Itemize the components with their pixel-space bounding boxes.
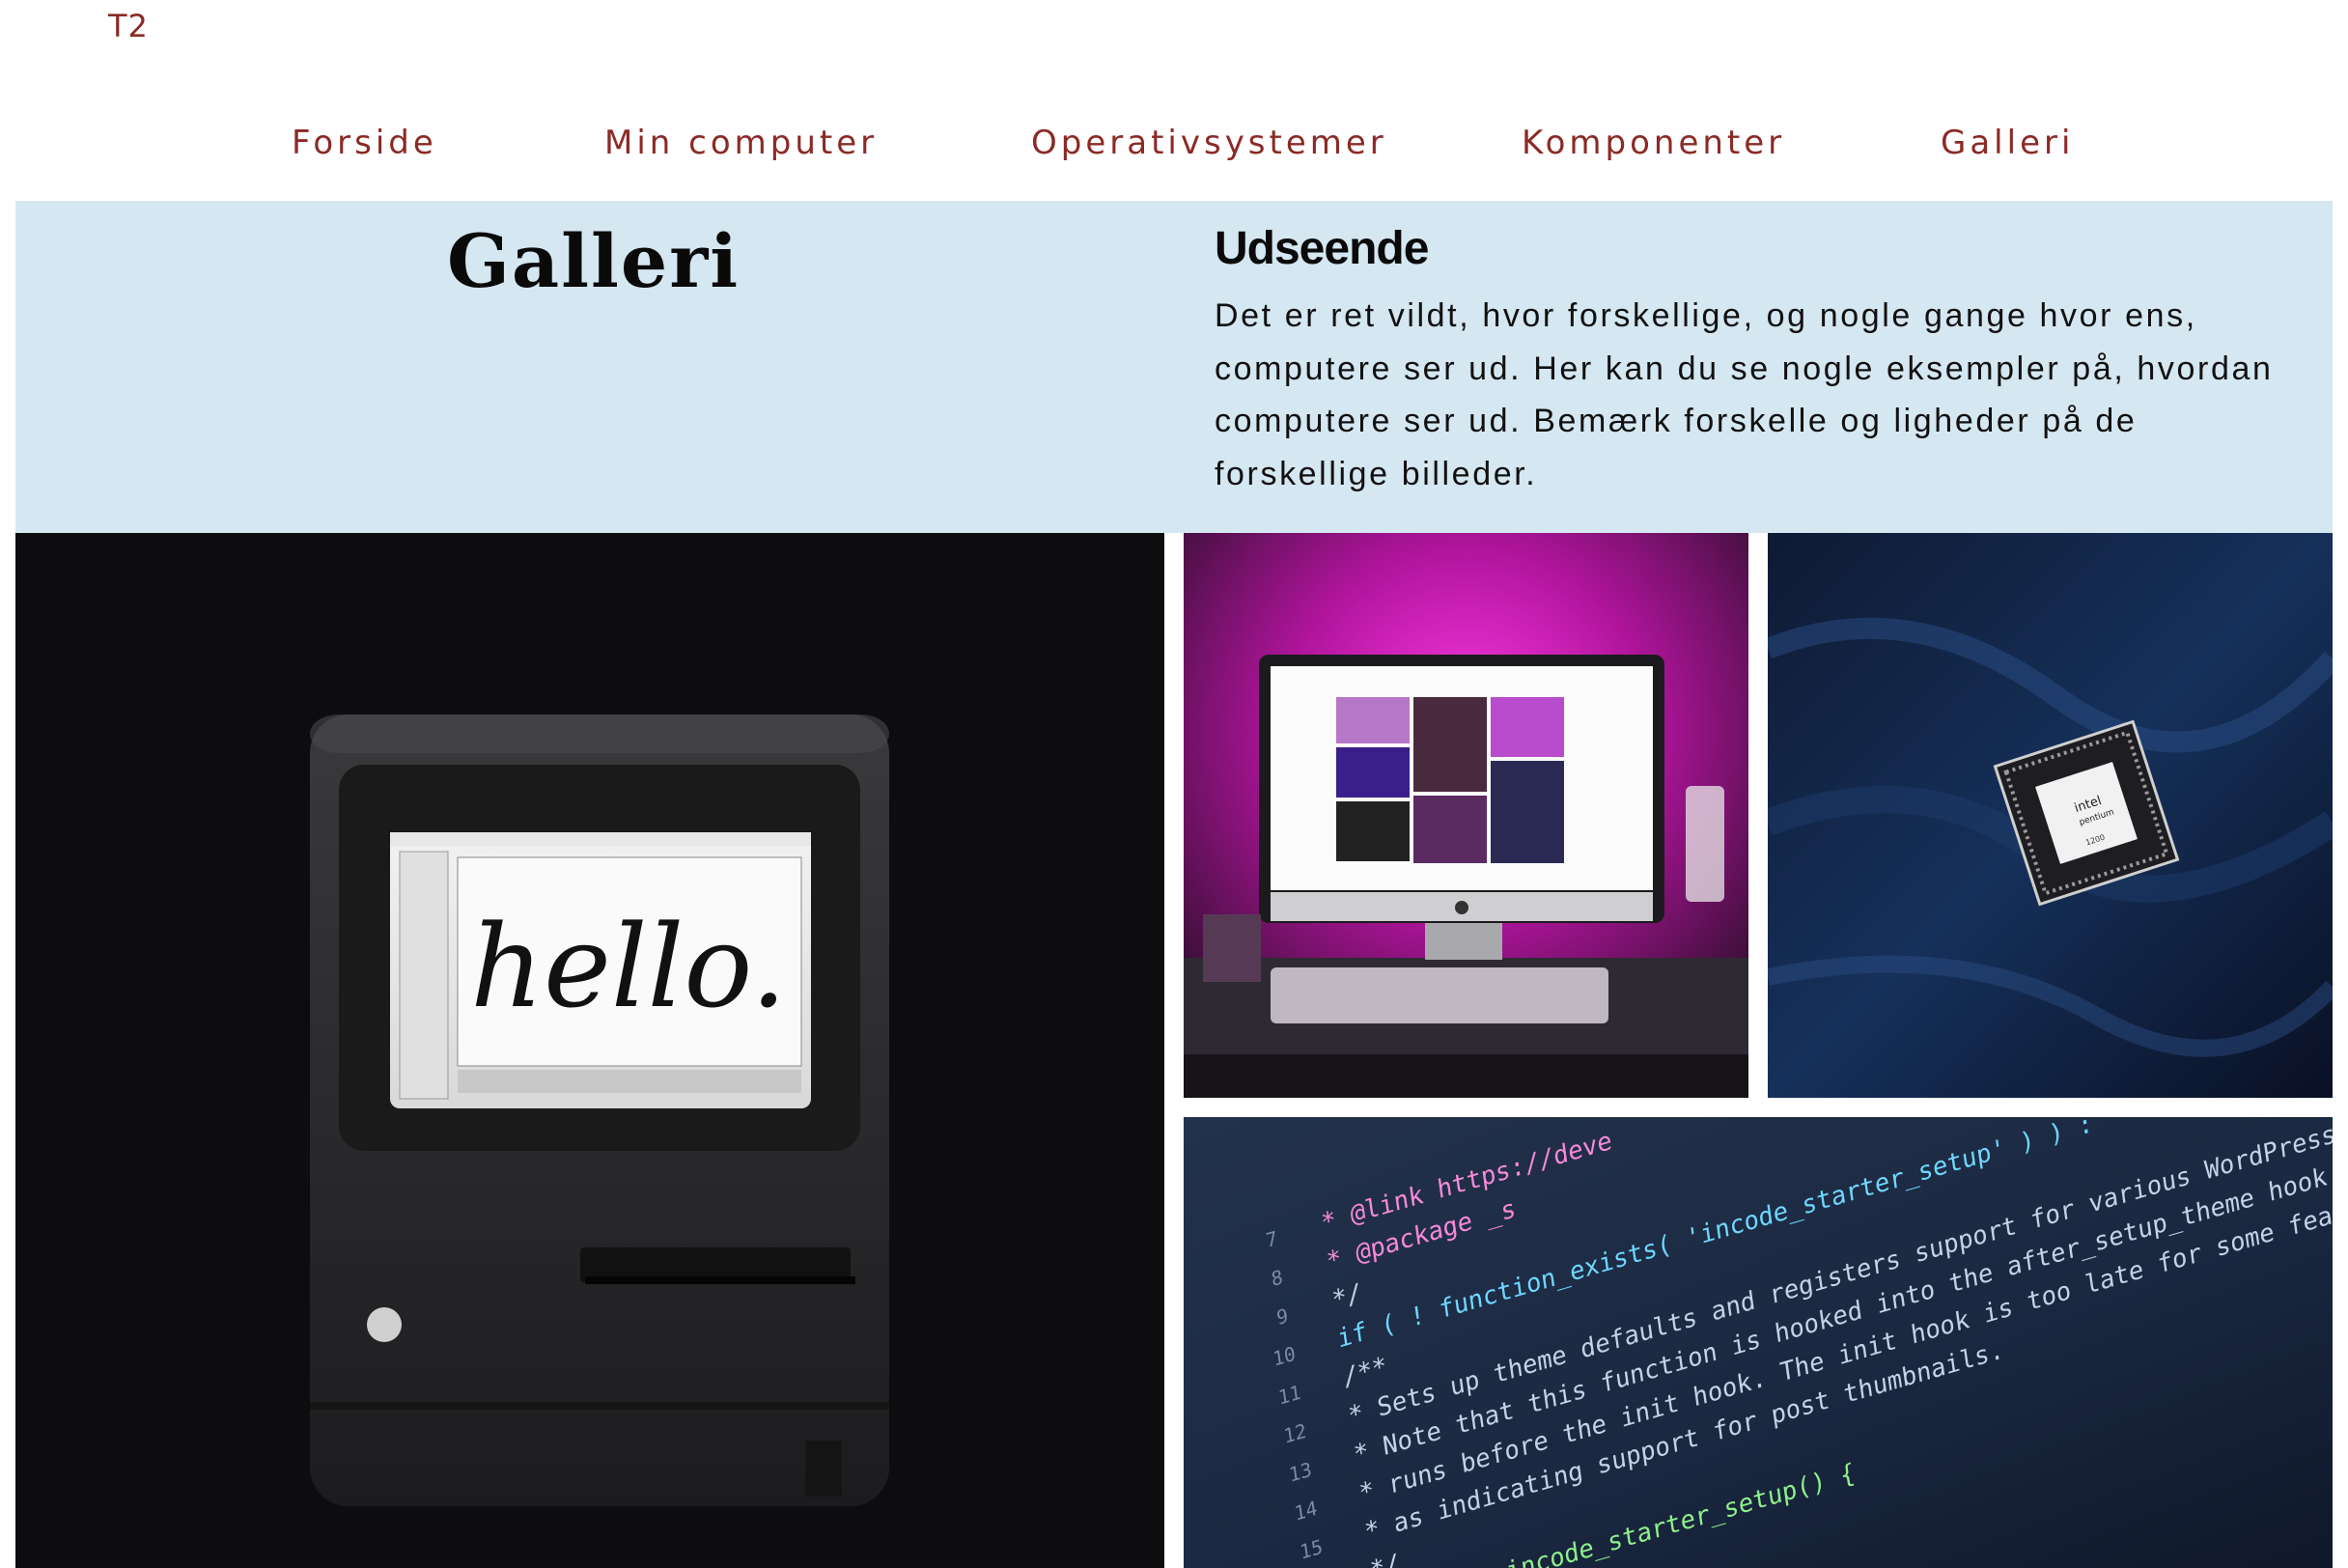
main-navigation: Forside Min computer Operativsystemer Ko… (0, 124, 2348, 172)
nav-link-galleri[interactable]: Galleri (1941, 124, 2074, 162)
photo-cpu-chip: intel pentium 1200 (1768, 533, 2333, 1098)
photo-desk-setup (1184, 533, 1748, 1098)
site-logo[interactable]: T2 (108, 8, 149, 44)
section-heading: Udseende (1215, 223, 1429, 274)
gallery-hero: Galleri Udseende Det er ret vildt, hvor … (15, 201, 2333, 533)
nav-link-min-computer[interactable]: Min computer (604, 124, 878, 162)
intro-paragraph: Det er ret vildt, hvor forskellige, og n… (1215, 297, 2274, 492)
nav-link-komponenter[interactable]: Komponenter (1522, 124, 1785, 162)
nav-link-operativsystemer[interactable]: Operativsystemer (1031, 124, 1387, 162)
nav-link-forside[interactable]: Forside (292, 124, 437, 162)
mac-screen-text: hello. (470, 900, 787, 1033)
photo-source-code: 7 8 9 10 11 12 13 14 15 16 17 * @link ht… (1184, 1117, 2333, 1568)
photo-classic-macintosh: hello. (15, 533, 1164, 1568)
page-title: Galleri (447, 218, 741, 304)
